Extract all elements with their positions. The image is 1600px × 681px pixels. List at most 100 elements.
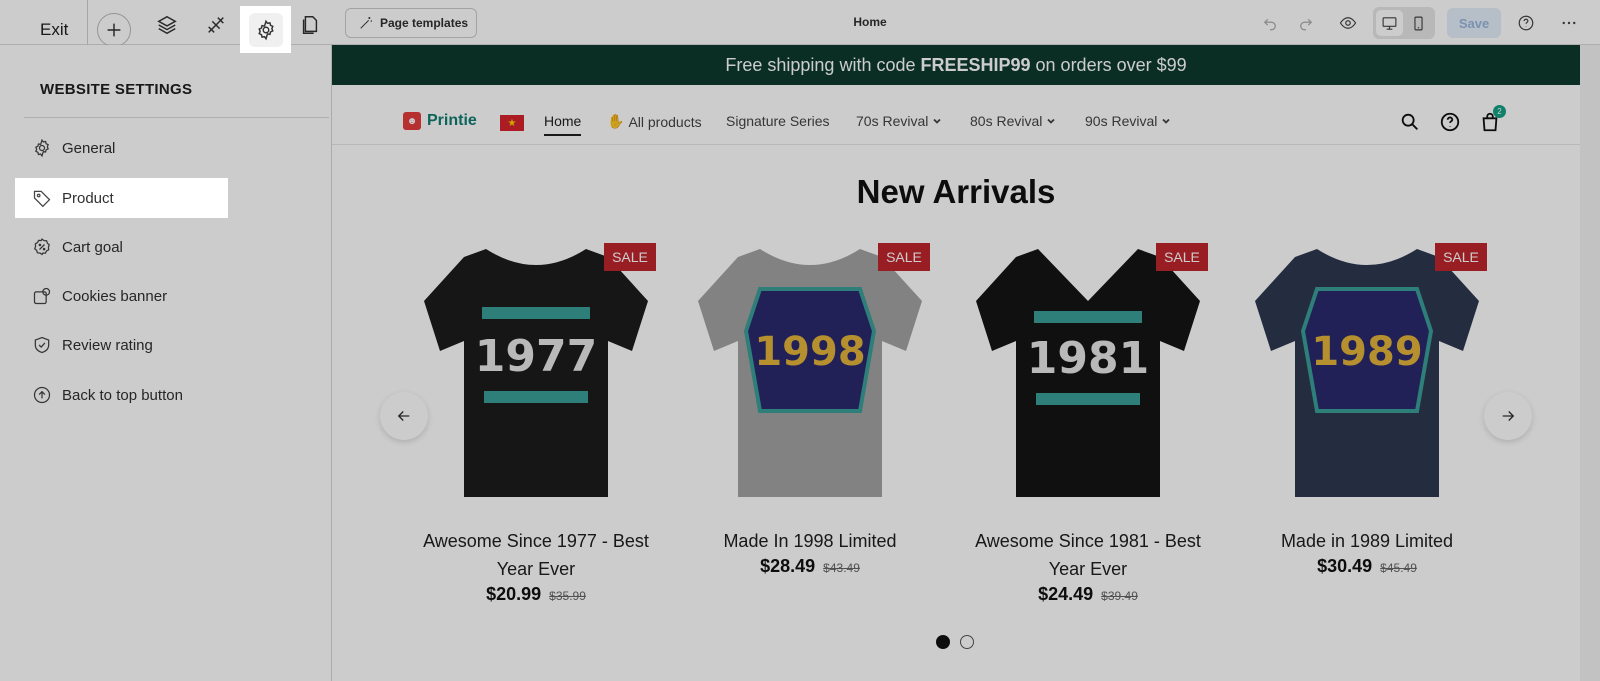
magic-wand-icon <box>360 17 372 29</box>
chevron-down-icon <box>1047 118 1056 124</box>
help-button[interactable] <box>1512 10 1540 36</box>
nav-link-label: Home <box>544 113 582 129</box>
sidebar-title: WEBSITE SETTINGS <box>40 81 193 98</box>
cookie-icon <box>33 287 51 305</box>
nav-link-signature-series[interactable]: Signature Series <box>726 113 830 129</box>
carousel-next-button[interactable] <box>1484 392 1532 440</box>
search-button[interactable] <box>1397 109 1423 135</box>
price-row: $20.99 $35.99 <box>404 584 668 605</box>
carousel-dot[interactable] <box>936 635 950 649</box>
nav-link-label: 70s Revival <box>856 113 929 129</box>
product-name[interactable]: Awesome Since 1981 - Best Year Ever <box>956 527 1220 583</box>
nav-link-label: Signature Series <box>726 113 830 129</box>
price-row: $24.49 $39.49 <box>956 584 1220 605</box>
vietnam-flag-icon[interactable]: ★ <box>500 115 524 131</box>
sale-badge: SALE <box>1156 243 1208 271</box>
page-title: Home <box>853 15 887 29</box>
announcement-text: Free shipping with code <box>725 54 916 75</box>
preview-button[interactable] <box>1334 10 1362 36</box>
settings-sidebar: WEBSITE SETTINGS General Product Cart go… <box>0 45 332 681</box>
page-templates-button[interactable]: Page templates <box>345 8 477 38</box>
product-image[interactable]: 1977 <box>424 241 648 505</box>
nav-link-70s-revival[interactable]: 70s Revival <box>856 113 942 129</box>
nav-link-label: 80s Revival <box>970 113 1043 129</box>
layers-button[interactable] <box>150 8 184 42</box>
product-price: $28.49 <box>760 556 816 576</box>
layers-icon <box>157 15 177 35</box>
announcement-text-end: on orders over $99 <box>1035 54 1187 75</box>
eye-icon <box>1339 17 1357 29</box>
sidebar-item-label: Cart goal <box>62 238 123 256</box>
design-tools-button[interactable] <box>199 8 233 42</box>
search-icon <box>1401 113 1418 130</box>
more-options-button[interactable] <box>1555 10 1583 36</box>
undo-icon <box>1263 18 1276 31</box>
arrow-left-icon <box>397 411 410 421</box>
product-name[interactable]: Awesome Since 1977 - Best Year Ever <box>404 527 668 583</box>
sidebar-item-review-rating[interactable]: Review rating <box>15 325 228 365</box>
website-settings-button[interactable] <box>240 6 291 53</box>
compare-at-price: $43.49 <box>823 561 860 575</box>
gear-icon <box>35 138 49 158</box>
store-preview: Free shipping with code FREESHIP99 on or… <box>332 45 1580 681</box>
add-section-button[interactable] <box>97 13 131 47</box>
tag-icon <box>33 190 51 208</box>
sidebar-item-label: Review rating <box>62 336 153 354</box>
help-center-button[interactable] <box>1437 109 1463 135</box>
sidebar-item-cookies-banner[interactable]: Cookies banner <box>15 276 228 316</box>
section-title: New Arrivals <box>856 173 1056 210</box>
price-row: $30.49 $45.49 <box>1235 556 1499 577</box>
mobile-view-button[interactable] <box>1405 10 1432 36</box>
ruler-pencil-icon <box>208 17 224 33</box>
carousel-pagination <box>936 635 974 649</box>
announcement-bar: Free shipping with code FREESHIP99 on or… <box>332 45 1580 85</box>
compare-at-price: $39.49 <box>1101 589 1138 603</box>
chevron-down-icon <box>1162 118 1171 124</box>
nav-link-home[interactable]: Home <box>544 113 582 136</box>
shield-check-icon <box>34 336 50 354</box>
nav-link-all-products[interactable]: ✋ All products <box>607 113 702 130</box>
save-button[interactable]: Save <box>1447 8 1501 38</box>
product-image[interactable]: 1981 <box>976 241 1200 505</box>
product-image[interactable]: 1998 <box>698 241 922 505</box>
sale-badge: SALE <box>604 243 656 271</box>
svg-text:1998: 1998 <box>754 329 865 375</box>
sidebar-item-general[interactable]: General <box>15 128 228 168</box>
store-logo[interactable]: ☻ Printie <box>403 112 477 130</box>
sidebar-item-cart-goal[interactable]: Cart goal <box>15 227 228 267</box>
sidebar-item-back-to-top[interactable]: Back to top button <box>15 375 228 415</box>
sidebar-divider <box>24 117 329 118</box>
brand-name: Printie <box>427 112 477 129</box>
carousel-dot[interactable] <box>960 635 974 649</box>
carousel-prev-button[interactable] <box>380 392 428 440</box>
desktop-view-button[interactable] <box>1376 10 1403 36</box>
sale-badge: SALE <box>878 243 930 271</box>
sale-badge: SALE <box>1435 243 1487 271</box>
nav-link-label: All products <box>628 113 702 130</box>
redo-button[interactable] <box>1292 10 1320 36</box>
pages-button[interactable] <box>293 8 327 42</box>
gear-button-inner <box>248 12 283 47</box>
question-circle-icon <box>1440 112 1460 132</box>
product-image[interactable]: 1989 <box>1255 241 1479 505</box>
price-row: $28.49 $43.49 <box>678 556 942 577</box>
arrow-right-icon <box>1502 411 1515 421</box>
nav-link-90s-revival[interactable]: 90s Revival <box>1085 113 1171 129</box>
sidebar-item-product[interactable]: Product <box>15 178 228 218</box>
product-name[interactable]: Made In 1998 Limited <box>678 527 942 555</box>
promo-code: FREESHIP99 <box>920 54 1031 75</box>
cart-button[interactable]: 2 <box>1477 105 1506 135</box>
desktop-icon <box>1382 16 1397 30</box>
store-header: ☻ Printie ★ Home ✋ All products Signature… <box>332 85 1580 145</box>
product-name[interactable]: Made in 1989 Limited <box>1235 527 1499 555</box>
sidebar-item-label: Back to top button <box>62 386 183 404</box>
product-price: $24.49 <box>1038 584 1094 604</box>
more-horizontal-icon <box>1562 21 1576 25</box>
nav-link-80s-revival[interactable]: 80s Revival <box>970 113 1056 129</box>
product-price: $30.49 <box>1317 556 1373 576</box>
chevron-down-icon <box>933 118 942 124</box>
sidebar-item-label: Cookies banner <box>62 287 168 305</box>
undo-button[interactable] <box>1256 10 1284 36</box>
exit-button[interactable]: Exit <box>40 20 68 40</box>
gear-icon <box>257 19 274 40</box>
